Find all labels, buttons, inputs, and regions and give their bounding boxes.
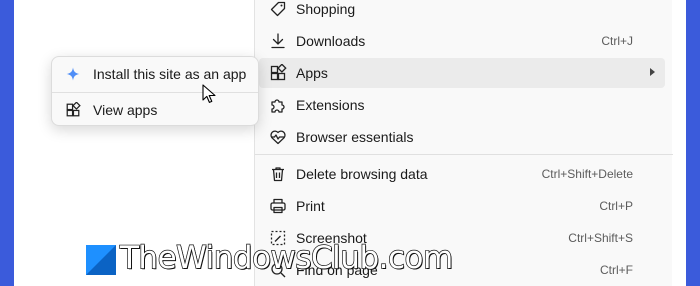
menu-item-label: Delete browsing data [296,166,428,182]
submenu-item-label: Install this site as an app [93,66,247,82]
menu-divider [255,154,673,155]
menu-item-label: Apps [296,65,328,81]
right-blue-strip [686,0,700,286]
trash-icon [269,165,287,183]
menu-item-label: Browser essentials [296,129,414,145]
heartbeat-icon [269,128,287,146]
submenu-divider [52,92,258,93]
menu-item-shopping[interactable]: Shopping [259,0,665,24]
submenu-item-view-apps[interactable]: View apps [56,96,254,124]
shortcut-text: Ctrl+F [600,263,633,277]
sparkle-icon [65,66,81,82]
menu-item-downloads[interactable]: Downloads Ctrl+J [259,26,665,56]
submenu-item-install-site-as-app[interactable]: Install this site as an app [56,60,254,88]
shortcut-text: Ctrl+J [601,34,633,48]
apps-submenu: Install this site as an app View apps [51,56,259,126]
printer-icon [269,197,287,215]
shortcut-text: Ctrl+P [599,199,633,213]
menu-item-label: Shopping [296,1,356,17]
watermark-text: TheWindowsClub.com [119,239,454,276]
menu-item-apps[interactable]: Apps [259,58,665,88]
chevron-right-icon [650,68,655,76]
mouse-cursor-icon [202,84,216,104]
menu-item-delete-browsing-data[interactable]: Delete browsing data Ctrl+Shift+Delete [259,159,665,189]
shortcut-text: Ctrl+Shift+Delete [541,167,633,181]
menu-item-label: Extensions [296,97,365,113]
tag-icon [269,0,287,18]
menu-item-extensions[interactable]: Extensions [259,90,665,120]
menu-item-label: Downloads [296,33,366,49]
left-blue-strip [0,0,14,286]
shortcut-text: Ctrl+Shift+S [568,231,633,245]
apps-icon [65,102,81,118]
download-icon [269,32,287,50]
puzzle-icon [269,96,287,114]
apps-icon [269,64,287,82]
menu-item-label: Print [296,198,325,214]
menu-item-browser-essentials[interactable]: Browser essentials [259,122,665,152]
windows-club-logo-icon [86,245,116,275]
menu-item-print[interactable]: Print Ctrl+P [259,191,665,221]
submenu-item-label: View apps [93,102,158,118]
